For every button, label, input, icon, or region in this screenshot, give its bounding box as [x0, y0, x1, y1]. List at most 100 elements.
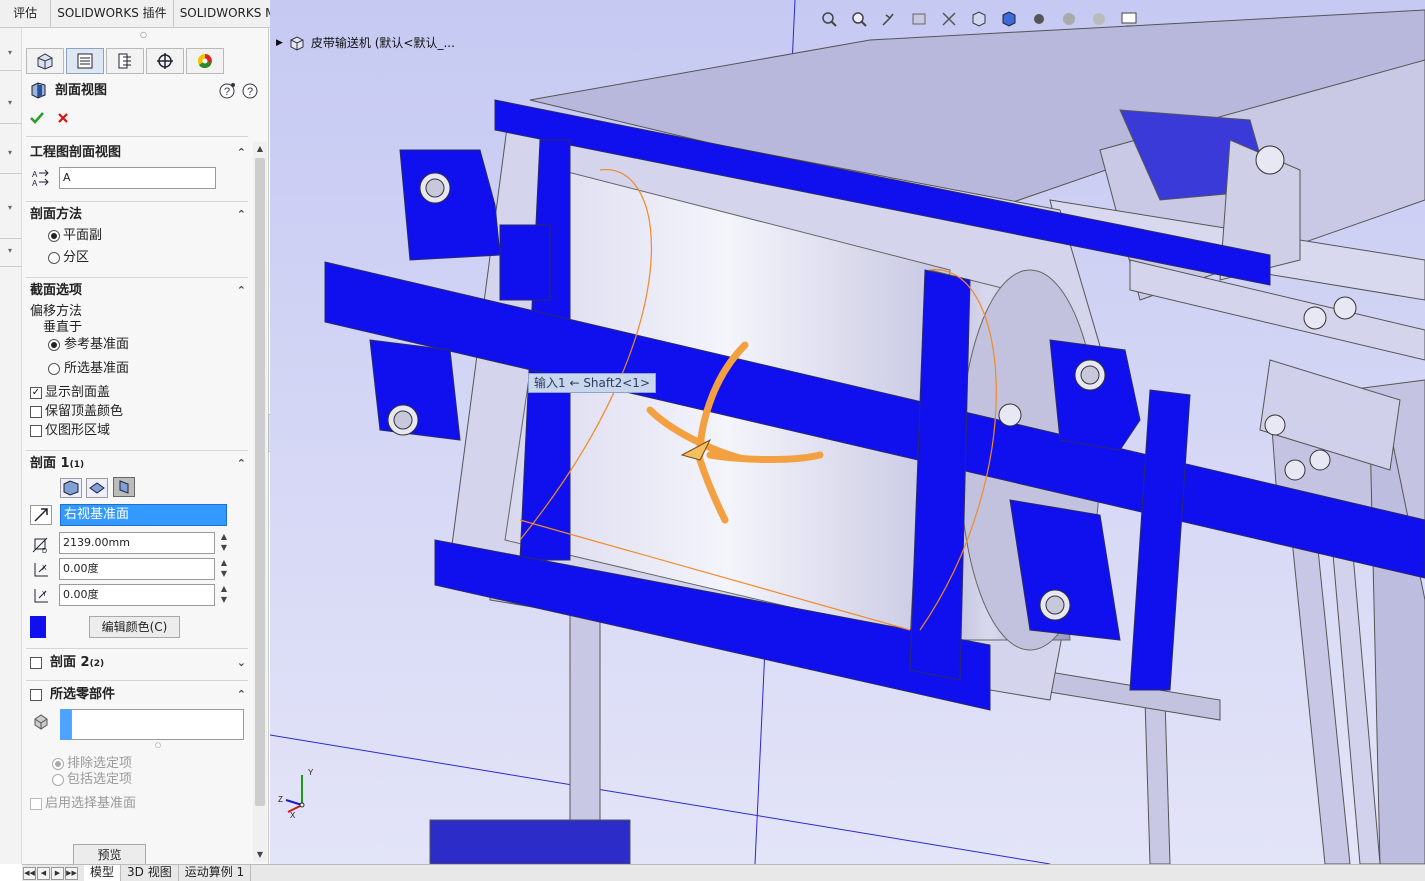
cancel-x-icon[interactable]: [52, 108, 74, 128]
tab-solidworks-addins[interactable]: SOLIDWORKS 插件: [51, 0, 174, 27]
perpendicular-label: 垂直于: [43, 320, 83, 335]
radio-planar[interactable]: [48, 230, 60, 242]
section-plane-field[interactable]: 右视基准面: [60, 504, 227, 526]
feature-manager-tab[interactable]: [26, 48, 64, 74]
chevron-down-icon[interactable]: ▾: [8, 98, 12, 107]
help-question-icon[interactable]: ?: [216, 81, 238, 101]
divider: [26, 277, 248, 278]
top-plane-icon[interactable]: [86, 478, 108, 498]
section-view-toggle-icon[interactable]: [908, 8, 930, 30]
next-tab-icon[interactable]: ▶: [51, 866, 64, 880]
selection-list-marker: [60, 709, 71, 740]
radio-include-selected[interactable]: [52, 774, 64, 786]
checkbox-graphics-only[interactable]: [30, 425, 42, 437]
apply-scene-icon[interactable]: [1088, 8, 1110, 30]
section-method-header[interactable]: 剖面方法 ⌃: [30, 205, 248, 225]
right-plane-icon[interactable]: [113, 477, 135, 497]
last-tab-icon[interactable]: ▶▶: [65, 866, 78, 880]
edit-color-button[interactable]: 编辑颜色(C): [89, 616, 180, 638]
radio-reference-plane[interactable]: [48, 339, 60, 351]
chevron-down-icon[interactable]: ▾: [8, 148, 12, 157]
section1-header[interactable]: 剖面 1(1) ⌃: [30, 454, 248, 474]
svg-text:?: ?: [247, 86, 253, 98]
selected-components-header[interactable]: 所选零部件 ⌃: [50, 685, 248, 705]
offset-spinner-down-icon[interactable]: ▼: [219, 543, 229, 553]
section1-index: (1): [69, 460, 85, 470]
chevron-down-icon[interactable]: ▾: [8, 246, 12, 255]
property-manager-tab[interactable]: [66, 48, 104, 74]
label-sort-icon: AA: [30, 168, 52, 188]
collapse-chevron-icon[interactable]: ⌃: [237, 685, 246, 705]
checkbox-selected-components[interactable]: [30, 689, 42, 701]
radio-exclude-selected[interactable]: [52, 758, 64, 770]
angle-x-spinner-up-icon[interactable]: ▲: [219, 558, 229, 568]
list-resize-handle-icon[interactable]: ○: [155, 741, 161, 749]
checkbox-enable-plane-label: 启用选择基准面: [45, 796, 137, 811]
scrollbar-thumb[interactable]: [255, 158, 265, 806]
chevron-down-icon[interactable]: ▾: [8, 203, 12, 212]
configuration-icon: [118, 53, 131, 69]
offset-distance-field[interactable]: 2139.00mm: [59, 532, 215, 554]
tab-3d-views[interactable]: 3D 视图: [121, 865, 179, 881]
expand-chevron-icon[interactable]: ⌄: [237, 653, 246, 673]
collapse-chevron-icon[interactable]: ⌃: [237, 143, 246, 163]
section2-header[interactable]: 剖面 2(2) ⌄: [50, 653, 248, 673]
feature-tree-flyout[interactable]: ▶ 皮带输送机 (默认<默认_...: [276, 34, 455, 51]
selected-components-list[interactable]: [71, 709, 244, 740]
previous-view-icon[interactable]: [878, 8, 900, 30]
checkbox-section2[interactable]: [30, 657, 42, 669]
radio-selected-plane[interactable]: [48, 363, 60, 375]
dimxpert-manager-tab[interactable]: [146, 48, 184, 74]
zoom-to-fit-icon[interactable]: [818, 8, 840, 30]
expand-arrow-icon[interactable]: ▶: [276, 38, 283, 48]
axis-label-y: Y: [308, 768, 314, 777]
angle-y-spinner-down-icon[interactable]: ▼: [219, 595, 229, 605]
angle-x-field[interactable]: 0.00度: [59, 558, 215, 580]
display-style-icon[interactable]: [998, 8, 1020, 30]
model-scene: Y X Z: [270, 0, 1425, 864]
first-tab-icon[interactable]: ◀◀: [23, 866, 36, 880]
scroll-down-icon[interactable]: ▼: [255, 850, 265, 860]
checkbox-graphics-only-label: 仅图形区域: [45, 423, 111, 438]
reference-plane-selector-icon[interactable]: [30, 505, 52, 525]
angle-x-spinner-down-icon[interactable]: ▼: [219, 569, 229, 579]
hide-show-items-icon[interactable]: [1028, 8, 1050, 30]
view-settings-icon[interactable]: [1118, 8, 1140, 30]
help-icon[interactable]: ?: [239, 81, 261, 101]
preview-button[interactable]: 预览: [73, 844, 146, 866]
svg-text:A: A: [32, 170, 38, 179]
section-options-header[interactable]: 截面选项 ⌃: [30, 281, 248, 301]
collapse-chevron-icon[interactable]: ⌃: [237, 205, 246, 225]
radio-zonal[interactable]: [48, 252, 60, 264]
drawing-section-header[interactable]: 工程图剖面视图 ⌃: [30, 143, 248, 163]
heads-up-view-toolbar: [818, 6, 1140, 32]
configuration-manager-tab[interactable]: [106, 48, 144, 74]
radio-exclude-selected-label: 排除选定项: [67, 756, 133, 771]
section-label-field[interactable]: A: [59, 167, 216, 189]
tab-motion-study[interactable]: 运动算例 1: [179, 865, 252, 881]
checkbox-keep-cap-color[interactable]: [30, 406, 42, 418]
collapse-chevron-icon[interactable]: ⌃: [237, 281, 246, 301]
edit-appearance-icon[interactable]: [1058, 8, 1080, 30]
previous-tab-icon[interactable]: ◀: [37, 866, 50, 880]
radio-include-selected-label: 包括选定项: [67, 772, 133, 787]
view-orientation-icon[interactable]: [968, 8, 990, 30]
tab-evaluate[interactable]: 评估: [0, 0, 52, 27]
section-options-title: 截面选项: [30, 283, 83, 298]
dynamic-annotation-icon[interactable]: [938, 8, 960, 30]
checkbox-enable-plane[interactable]: [30, 798, 42, 810]
tab-model[interactable]: 模型: [84, 865, 122, 881]
angle-y-field[interactable]: 0.00度: [59, 584, 215, 606]
display-manager-tab[interactable]: [186, 48, 224, 74]
angle-y-spinner-up-icon[interactable]: ▲: [219, 584, 229, 594]
offset-spinner-up-icon[interactable]: ▲: [219, 532, 229, 542]
front-plane-icon[interactable]: [60, 478, 82, 498]
zoom-to-area-icon[interactable]: [848, 8, 870, 30]
panel-grip-icon[interactable]: ○: [140, 30, 147, 39]
scroll-up-icon[interactable]: ▲: [255, 144, 265, 154]
chevron-down-icon[interactable]: ▾: [8, 48, 12, 57]
ok-check-icon[interactable]: [26, 108, 48, 128]
collapse-chevron-icon[interactable]: ⌃: [237, 454, 246, 474]
graphics-viewport[interactable]: Y X Z ▶ 皮带输送机 (默认<默认_... 输入1 ← Shaft2<1>: [270, 0, 1425, 864]
checkbox-show-cap[interactable]: ✓: [30, 387, 42, 399]
